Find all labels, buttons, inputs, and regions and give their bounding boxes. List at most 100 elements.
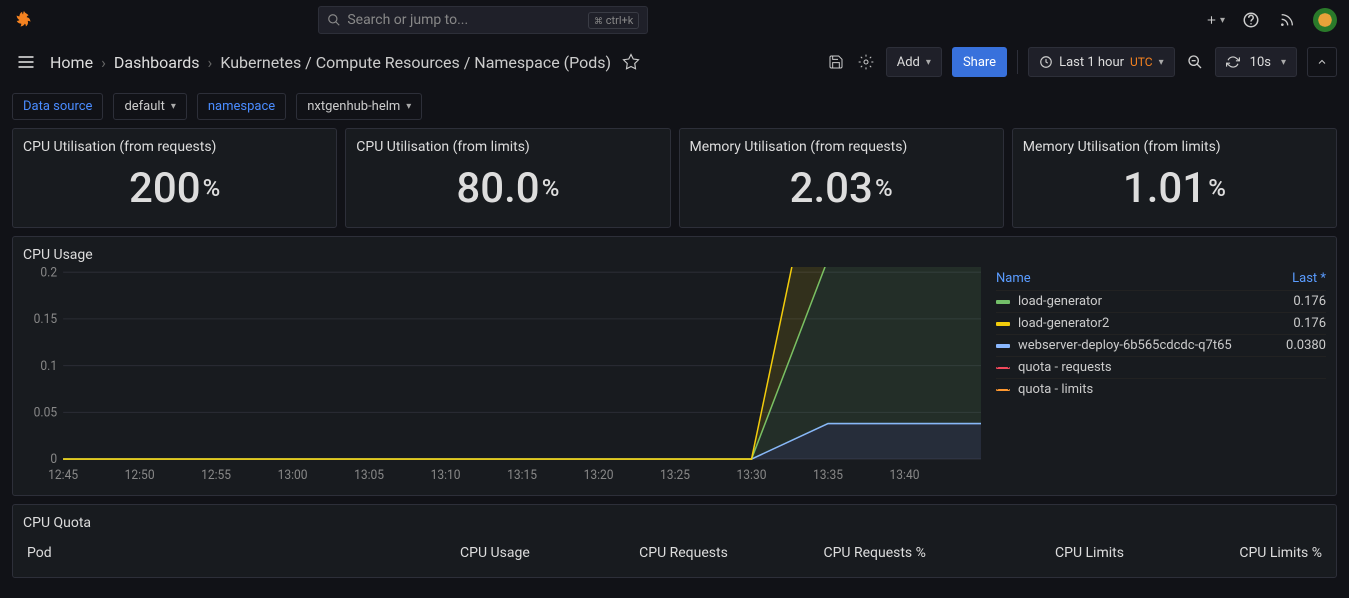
legend-value: 0.176 <box>1266 316 1326 331</box>
datasource-select[interactable]: default▾ <box>113 93 186 120</box>
cpu-usage-panel[interactable]: CPU Usage 0 0.05 0.1 0.15 0.2 12:45 12:50 12:55… <box>12 236 1337 496</box>
divider <box>1017 50 1018 74</box>
top-right-controls: ▾ <box>1205 8 1337 32</box>
panel-title: CPU Quota <box>23 515 1326 531</box>
add-menu[interactable]: ▾ <box>1205 10 1225 30</box>
stat-mem-requests[interactable]: Memory Utilisation (from requests) 2.03% <box>679 128 1004 228</box>
stat-row: CPU Utilisation (from requests) 200% CPU… <box>12 128 1337 228</box>
legend-row[interactable]: webserver-deploy-6b565cdcdc-q7t65 0.0380 <box>996 334 1326 356</box>
panel-title: Memory Utilisation (from requests) <box>690 139 993 155</box>
panel-title: CPU Utilisation (from limits) <box>356 139 659 155</box>
svg-text:13:40: 13:40 <box>890 468 920 482</box>
panel-title: Memory Utilisation (from limits) <box>1023 139 1326 155</box>
add-button[interactable]: Add▾ <box>886 47 942 77</box>
zoom-out-icon[interactable] <box>1185 52 1205 72</box>
legend-header: Name Last * <box>996 267 1326 290</box>
stat-value: 1.01% <box>1023 159 1326 217</box>
refresh-button[interactable]: 10s ▾ <box>1215 47 1297 77</box>
legend-swatch <box>996 367 1010 369</box>
col-pod[interactable]: Pod <box>27 545 332 561</box>
time-range-picker[interactable]: Last 1 hour UTC ▾ <box>1028 47 1175 77</box>
legend-swatch <box>996 344 1010 348</box>
legend-value: 0.0380 <box>1266 338 1326 353</box>
share-button[interactable]: Share <box>952 47 1007 77</box>
search-shortcut: ⌘ ctrl+k <box>588 12 639 29</box>
legend-name: webserver-deploy-6b565cdcdc-q7t65 <box>1018 338 1258 353</box>
legend-name: load-generator <box>1018 294 1258 309</box>
star-button[interactable] <box>621 52 641 72</box>
col-cpu-limits-pct[interactable]: CPU Limits % <box>1124 545 1322 561</box>
legend-row[interactable]: load-generator 0.176 <box>996 290 1326 312</box>
search-placeholder: Search or jump to... <box>347 12 468 28</box>
svg-text:0.2: 0.2 <box>40 267 57 279</box>
stat-value: 2.03% <box>690 159 993 217</box>
svg-text:0.1: 0.1 <box>40 359 57 373</box>
panels-container: CPU Utilisation (from requests) 200% CPU… <box>0 128 1349 578</box>
stat-cpu-requests[interactable]: CPU Utilisation (from requests) 200% <box>12 128 337 228</box>
collapse-button[interactable] <box>1307 47 1337 77</box>
grafana-logo[interactable] <box>12 8 36 32</box>
search-icon <box>327 13 341 27</box>
table-header: Pod CPU Usage CPU Requests CPU Requests … <box>23 539 1326 567</box>
col-cpu-requests[interactable]: CPU Requests <box>530 545 728 561</box>
rss-icon[interactable] <box>1277 10 1297 30</box>
legend-row[interactable]: quota - limits <box>996 378 1326 400</box>
svg-text:12:45: 12:45 <box>48 468 78 482</box>
svg-text:12:55: 12:55 <box>201 468 231 482</box>
legend-name: quota - requests <box>1018 360 1258 375</box>
svg-text:13:00: 13:00 <box>278 468 308 482</box>
stat-value: 80.0% <box>356 159 659 217</box>
legend-header-last[interactable]: Last * <box>1266 271 1326 286</box>
legend-value: 0.176 <box>1266 294 1326 309</box>
help-icon[interactable] <box>1241 10 1261 30</box>
global-search[interactable]: Search or jump to... ⌘ ctrl+k <box>318 6 648 34</box>
panel-title: CPU Utilisation (from requests) <box>23 139 326 155</box>
clock-icon <box>1039 55 1053 69</box>
menu-toggle[interactable] <box>12 48 40 76</box>
legend-header-name[interactable]: Name <box>996 271 1266 286</box>
refresh-icon <box>1226 55 1240 69</box>
cpu-quota-panel[interactable]: CPU Quota Pod CPU Usage CPU Requests CPU… <box>12 504 1337 578</box>
chart-area[interactable]: 0 0.05 0.1 0.15 0.2 12:45 12:50 12:55 13:00 13:05… <box>23 267 986 485</box>
cpu-usage-chart: 0 0.05 0.1 0.15 0.2 12:45 12:50 12:55 13:00 13:05… <box>23 267 986 485</box>
namespace-label: namespace <box>197 93 286 120</box>
svg-text:0.05: 0.05 <box>34 405 58 419</box>
col-cpu-limits[interactable]: CPU Limits <box>926 545 1124 561</box>
top-bar: Search or jump to... ⌘ ctrl+k ▾ <box>0 0 1349 40</box>
svg-text:13:20: 13:20 <box>584 468 614 482</box>
svg-text:13:35: 13:35 <box>813 468 843 482</box>
settings-icon[interactable] <box>856 52 876 72</box>
breadcrumb: Home › Dashboards › Kubernetes / Compute… <box>50 53 611 72</box>
svg-text:12:50: 12:50 <box>125 468 155 482</box>
legend-row[interactable]: quota - requests <box>996 356 1326 378</box>
breadcrumb-home[interactable]: Home <box>50 53 93 72</box>
panel-title: CPU Usage <box>23 247 1326 263</box>
col-cpu-usage[interactable]: CPU Usage <box>332 545 530 561</box>
breadcrumb-sep: › <box>208 53 213 72</box>
svg-text:13:30: 13:30 <box>737 468 767 482</box>
stat-value: 200% <box>23 159 326 217</box>
save-icon[interactable] <box>826 52 846 72</box>
user-avatar[interactable] <box>1313 8 1337 32</box>
svg-text:13:25: 13:25 <box>660 468 690 482</box>
breadcrumb-sep: › <box>101 53 106 72</box>
dashboard-toolbar: Home › Dashboards › Kubernetes / Compute… <box>0 40 1349 84</box>
legend-name: quota - limits <box>1018 382 1258 397</box>
svg-text:13:05: 13:05 <box>354 468 384 482</box>
legend-name: load-generator2 <box>1018 316 1258 331</box>
stat-mem-limits[interactable]: Memory Utilisation (from limits) 1.01% <box>1012 128 1337 228</box>
breadcrumb-dashboards[interactable]: Dashboards <box>114 53 200 72</box>
col-cpu-requests-pct[interactable]: CPU Requests % <box>728 545 926 561</box>
namespace-select[interactable]: nxtgenhub-helm▾ <box>296 93 422 120</box>
legend-row[interactable]: load-generator2 0.176 <box>996 312 1326 334</box>
svg-text:13:15: 13:15 <box>507 468 537 482</box>
legend-swatch <box>996 300 1010 304</box>
stat-cpu-limits[interactable]: CPU Utilisation (from limits) 80.0% <box>345 128 670 228</box>
svg-text:13:10: 13:10 <box>431 468 461 482</box>
chart-legend: Name Last * load-generator 0.176 load-ge… <box>996 267 1326 485</box>
chart-body: 0 0.05 0.1 0.15 0.2 12:45 12:50 12:55 13:00 13:05… <box>23 267 1326 485</box>
legend-swatch <box>996 322 1010 326</box>
svg-text:0: 0 <box>50 452 57 466</box>
datasource-label: Data source <box>12 93 103 120</box>
svg-text:0.15: 0.15 <box>34 312 58 326</box>
